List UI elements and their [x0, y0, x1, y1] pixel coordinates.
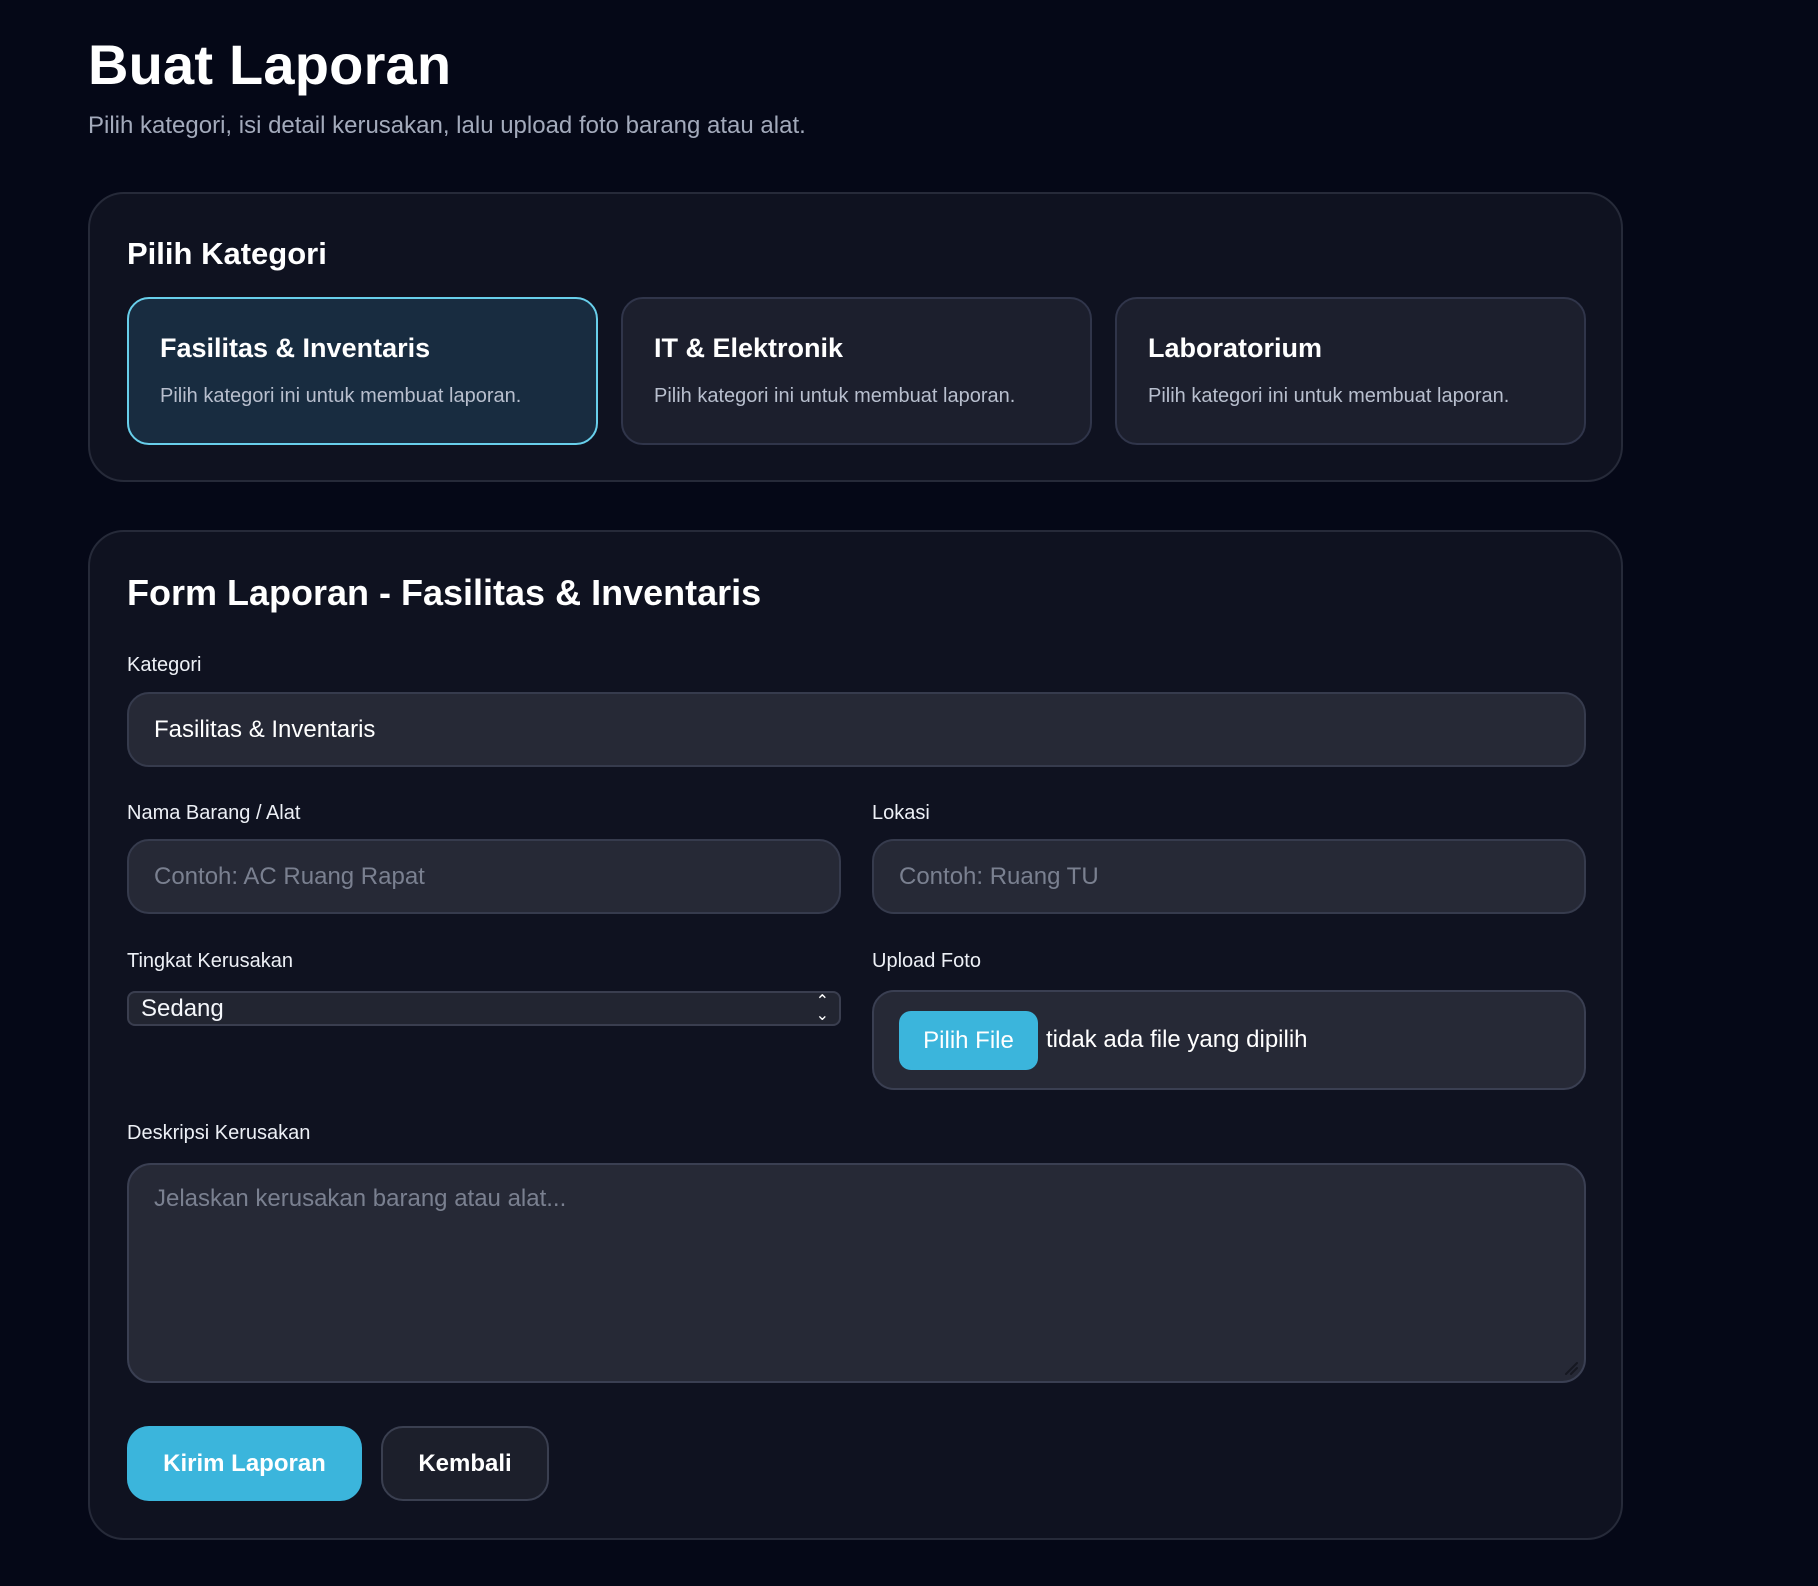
category-card-list: Fasilitas & Inventaris Pilih kategori in…	[127, 297, 1586, 445]
form-title: Form Laporan - Fasilitas & Inventaris	[127, 572, 762, 613]
report-form-panel: Form Laporan - Fasilitas & Inventaris Ka…	[88, 530, 1623, 1540]
category-card-description: Pilih kategori ini untuk membuat laporan…	[654, 385, 1016, 407]
category-card-fasilitas-inventaris[interactable]: Fasilitas & Inventaris Pilih kategori in…	[127, 297, 598, 445]
item-name-label: Nama Barang / Alat	[127, 802, 301, 824]
location-label: Lokasi	[872, 802, 930, 824]
category-card-title: Laboratorium	[1148, 333, 1323, 363]
category-card-title: Fasilitas & Inventaris	[160, 333, 431, 363]
item-name-input[interactable]	[127, 839, 841, 914]
choose-file-button[interactable]: Pilih File	[899, 1011, 1038, 1070]
category-card-title: IT & Elektronik	[654, 333, 844, 363]
file-selection-status: tidak ada file yang dipilih	[1046, 1026, 1308, 1053]
location-input[interactable]	[872, 839, 1586, 914]
photo-upload-field[interactable]: Pilih File tidak ada file yang dipilih	[872, 990, 1586, 1090]
category-card-description: Pilih kategori ini untuk membuat laporan…	[160, 385, 522, 407]
category-field[interactable]	[127, 692, 1586, 767]
damage-level-select[interactable]: Sedang ⌃ ⌄	[127, 991, 841, 1026]
category-panel: Pilih Kategori Fasilitas & Inventaris Pi…	[88, 192, 1623, 482]
photo-upload-label: Upload Foto	[872, 950, 981, 972]
category-card-description: Pilih kategori ini untuk membuat laporan…	[1148, 385, 1510, 407]
page-title: Buat Laporan	[88, 33, 452, 96]
description-label: Deskripsi Kerusakan	[127, 1122, 311, 1144]
category-panel-title: Pilih Kategori	[127, 236, 327, 271]
submit-report-button[interactable]: Kirim Laporan	[127, 1426, 362, 1501]
back-button[interactable]: Kembali	[381, 1426, 549, 1501]
description-textarea[interactable]	[127, 1163, 1586, 1383]
chevron-up-down-icon: ⌃ ⌄	[815, 993, 829, 1024]
category-card-it-elektronik[interactable]: IT & Elektronik Pilih kategori ini untuk…	[621, 297, 1092, 445]
category-label: Kategori	[127, 654, 202, 676]
damage-level-value: Sedang	[141, 995, 224, 1022]
damage-level-label: Tingkat Kerusakan	[127, 950, 294, 972]
page-subtitle: Pilih kategori, isi detail kerusakan, la…	[88, 112, 806, 139]
category-card-laboratorium[interactable]: Laboratorium Pilih kategori ini untuk me…	[1115, 297, 1586, 445]
